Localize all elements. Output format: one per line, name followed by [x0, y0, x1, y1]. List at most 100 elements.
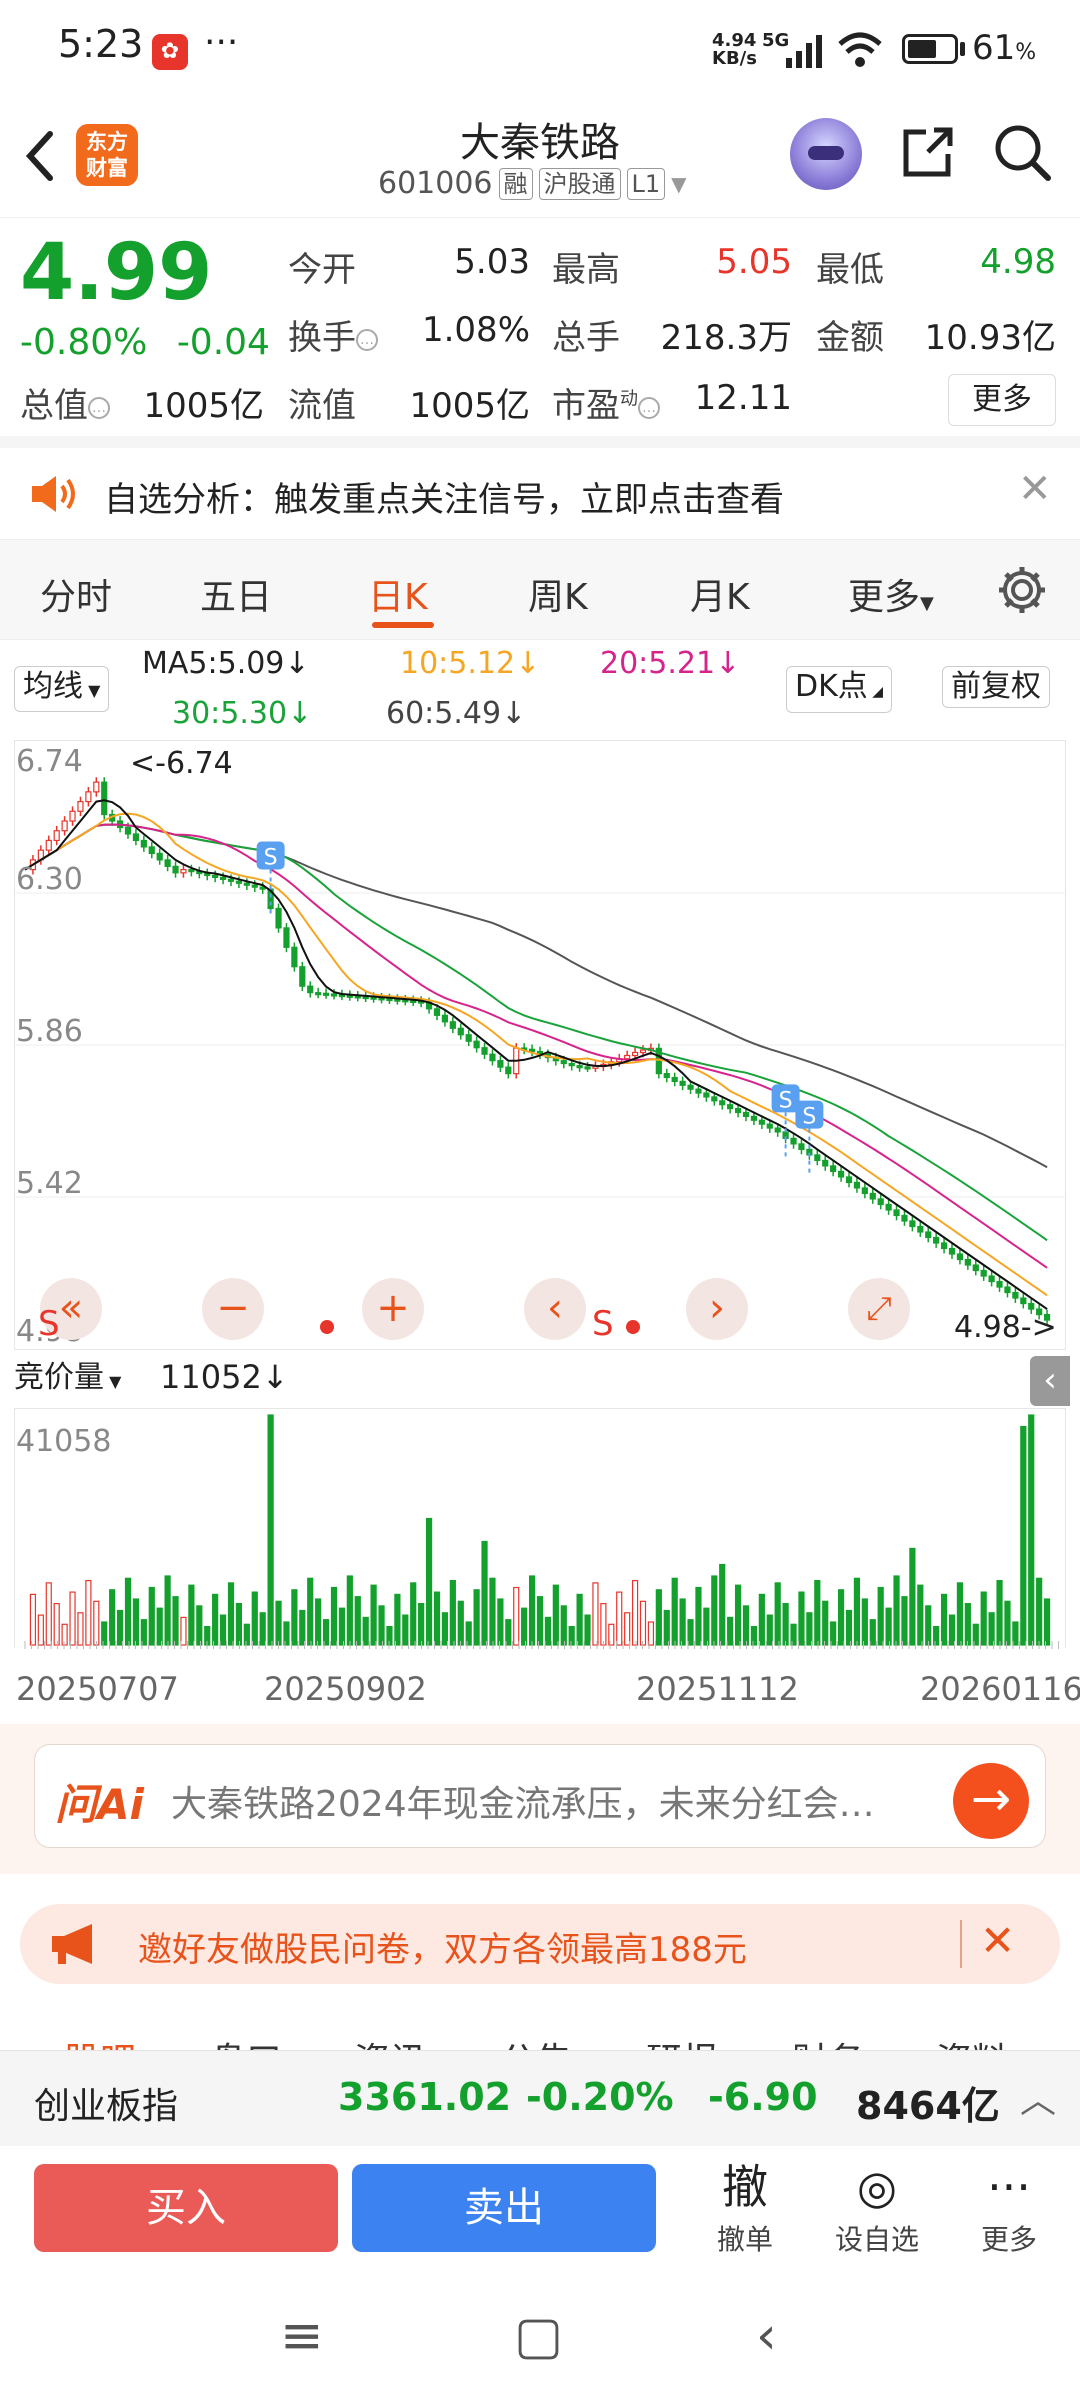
candle-body [830, 1165, 837, 1173]
dk-point-button[interactable]: DK点 ◢ [786, 666, 892, 713]
candle-body [307, 985, 314, 994]
candle-body [909, 1220, 916, 1228]
candle-body [188, 868, 195, 873]
ma10-line [24, 812, 1048, 1297]
candle-body [917, 1225, 924, 1233]
amount-value: 10.93亿 [924, 318, 1056, 358]
ai-assistant-avatar[interactable] [790, 118, 862, 190]
more-quote-button[interactable]: 更多 [948, 374, 1056, 426]
candle-body [671, 1076, 678, 1082]
volume-bar [489, 1577, 496, 1646]
candle-body [1028, 1302, 1035, 1310]
invite-text: 邀好友做股民问卷，双方各领最高188元 [138, 1930, 747, 1970]
home-icon[interactable]: ▢ [514, 2306, 563, 2366]
volume-bar [925, 1605, 932, 1646]
volume-bar [93, 1600, 100, 1646]
candle-body [489, 1053, 496, 1062]
add-watchlist-button[interactable]: ◎ 设自选 [832, 2160, 922, 2258]
fullscreen-icon[interactable]: ⤢ [848, 1278, 910, 1340]
zoom-in-icon[interactable]: + [362, 1278, 424, 1340]
back-icon[interactable]: ‹ [756, 2306, 777, 2366]
cancel-order-button[interactable]: 撤 撤单 [700, 2160, 790, 2258]
subtab-financials[interactable]: 财务 [792, 2032, 864, 2050]
notice-banner[interactable]: 自选分析：触发重点关注信号，立即点击查看 ✕ [0, 448, 1080, 540]
battery-percent: 61% [972, 28, 1037, 68]
chevron-up-icon[interactable]: ︿ [1020, 2071, 1056, 2123]
current-price: 4.99 [20, 228, 213, 318]
index-change-pct: -0.20% [526, 2075, 674, 2119]
tab-more[interactable]: 更多▼ [848, 568, 934, 620]
volume-bar [933, 1626, 940, 1646]
turnover-value: 1.08% [421, 310, 530, 350]
tab-daily-k[interactable]: 日K [368, 568, 428, 620]
volume-bar [877, 1586, 884, 1646]
ma10-value: 10:5.12↓ [400, 646, 541, 681]
subtab-research[interactable]: 研报 [646, 2032, 718, 2050]
candle-body [711, 1096, 718, 1102]
index-name: 创业板指 [34, 2086, 179, 2127]
volume-bar [441, 1612, 449, 1646]
buy-button[interactable]: 买入 [34, 2164, 338, 2252]
scroll-right-icon[interactable]: › [686, 1278, 748, 1340]
volume-bar [1028, 1414, 1035, 1646]
collapse-panel-icon[interactable]: ‹ [1030, 1356, 1070, 1406]
tab-monthly-k[interactable]: 月K [690, 568, 750, 620]
menu-icon[interactable]: ≡ [280, 2306, 324, 2366]
volume-bar [101, 1621, 108, 1646]
close-icon[interactable]: ✕ [1018, 466, 1052, 512]
system-nav-bar: ≡ ▢ ‹ [0, 2270, 1080, 2400]
volume-bar [457, 1600, 464, 1646]
subtab-announcements[interactable]: 公告 [500, 2032, 572, 2050]
volume-bar [425, 1517, 433, 1646]
candle-body [956, 1253, 964, 1261]
volume-bar [845, 1609, 853, 1646]
adjust-button[interactable]: 前复权 [942, 666, 1050, 708]
search-icon[interactable] [990, 120, 1054, 184]
volume-bar [703, 1607, 710, 1646]
indicator-selector[interactable]: 均线 ▼ [14, 666, 110, 712]
volume-bar [655, 1589, 662, 1646]
close-icon[interactable]: ✕ [980, 1916, 1015, 1965]
volume-bar [798, 1591, 805, 1646]
subtab-profile[interactable]: 资料 [936, 2032, 1008, 2050]
volume-bar [592, 1582, 599, 1646]
volume-bar [29, 1593, 37, 1646]
sell-button[interactable]: 卖出 [352, 2164, 656, 2252]
volume-bar [45, 1582, 52, 1646]
scroll-left-icon[interactable]: ‹ [524, 1278, 586, 1340]
subtab-news[interactable]: 资讯 [354, 2032, 426, 2050]
volume-bar [164, 1575, 171, 1646]
candle-body [85, 791, 92, 803]
volume-bar [861, 1598, 868, 1646]
invite-banner[interactable]: 邀好友做股民问卷，双方各领最高188元 ✕ [20, 1904, 1060, 1984]
volume-selector[interactable]: 竞价量 ▼ [14, 1358, 121, 1402]
volume-bar [869, 1619, 876, 1646]
volume-bar [330, 1586, 338, 1646]
tab-intraday[interactable]: 分时 [40, 568, 112, 620]
ma20-value: 20:5.21↓ [600, 646, 741, 681]
kline-chart[interactable]: SSS [14, 740, 1066, 1350]
chart-period-tabs: 分时 五日 日K 周K 月K 更多▼ [0, 540, 1080, 640]
volume-bar [909, 1547, 916, 1646]
tab-weekly-k[interactable]: 周K [528, 568, 588, 620]
index-ticker-bar[interactable]: 创业板指 3361.02 -0.20% -6.90 8464亿 ︿ [0, 2050, 1080, 2146]
more-actions-button[interactable]: ··· 更多 [964, 2160, 1054, 2258]
candle-body [885, 1203, 892, 1211]
settings-gear-icon[interactable] [996, 564, 1048, 616]
candle-body [53, 830, 60, 842]
volume-bar [497, 1598, 504, 1646]
candle-body [639, 1049, 647, 1054]
stock-code-row[interactable]: 601006 融 沪股通 L1 ▼ [378, 166, 687, 201]
ai-question-box[interactable]: 问Ai 大秦铁路2024年现金流承压，未来分红会… → [34, 1744, 1046, 1848]
turnover-label: 换手… [288, 310, 378, 359]
subtab-forum[interactable]: 股吧 [64, 2032, 136, 2050]
arrow-right-icon[interactable]: → [953, 1763, 1029, 1839]
ma60-value: 60:5.49↓ [386, 696, 527, 731]
candle-body [734, 1108, 742, 1114]
zoom-out-icon[interactable]: − [202, 1278, 264, 1340]
candle-body [861, 1187, 868, 1195]
tab-five-day[interactable]: 五日 [200, 568, 272, 620]
volume-bar [410, 1582, 417, 1646]
share-icon[interactable] [898, 122, 958, 182]
subtab-orderbook[interactable]: 盘口 [210, 2032, 282, 2050]
